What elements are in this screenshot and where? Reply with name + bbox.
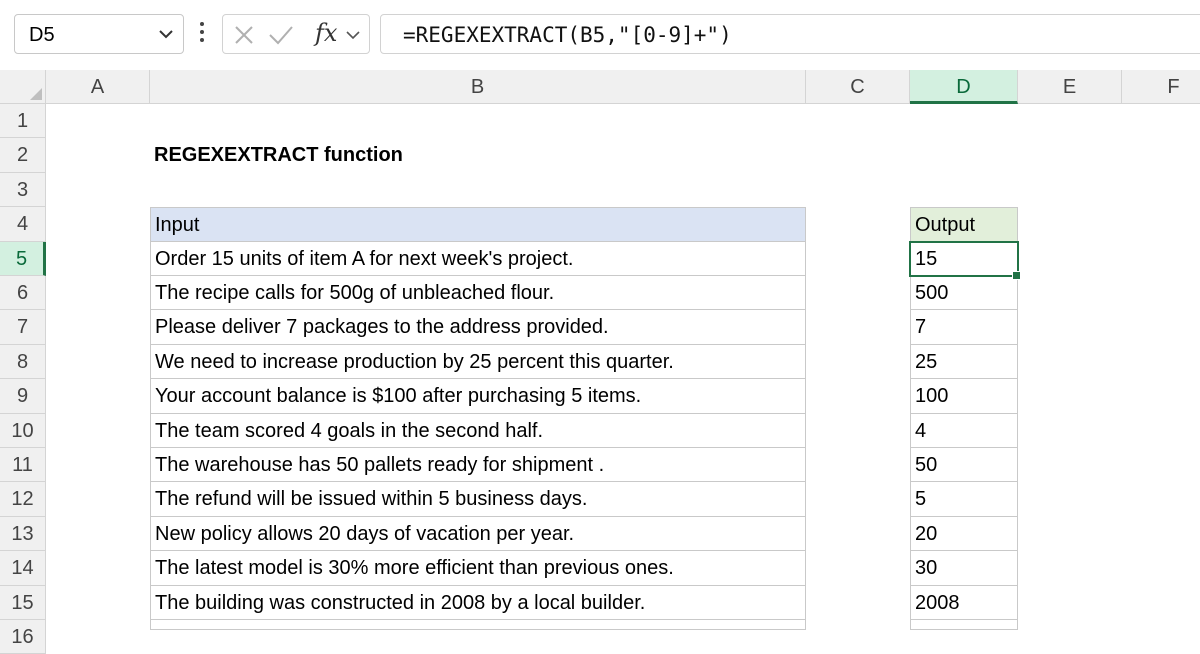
input-cell[interactable]: Order 15 units of item A for next week's… — [150, 241, 806, 276]
output-cell[interactable]: 100 — [910, 379, 1018, 414]
input-cell[interactable]: New policy allows 20 days of vacation pe… — [150, 516, 806, 552]
column-header-a[interactable]: A — [46, 70, 150, 104]
sheet-title[interactable]: REGEXEXTRACT function — [150, 138, 806, 172]
more-options-icon[interactable] — [199, 22, 205, 46]
row-header[interactable]: 16 — [0, 620, 46, 654]
row-header[interactable]: 10 — [0, 413, 46, 448]
insert-function-icon[interactable]: fx — [315, 19, 337, 47]
row-header[interactable]: 1 — [0, 104, 46, 139]
name-box[interactable]: D5 — [14, 14, 184, 54]
chevron-down-icon[interactable] — [345, 29, 361, 41]
enter-check-icon[interactable] — [268, 24, 294, 46]
column-header-c[interactable]: C — [806, 70, 910, 104]
cancel-icon[interactable] — [233, 24, 255, 46]
input-header[interactable]: Input — [150, 207, 806, 242]
active-cell-border — [909, 240, 1019, 277]
row-header[interactable]: 7 — [0, 310, 46, 345]
output-cell[interactable]: 7 — [910, 310, 1018, 345]
row-header[interactable]: 12 — [0, 482, 46, 517]
output-cell-partial[interactable] — [910, 620, 1018, 630]
column-header-d[interactable]: D — [910, 70, 1018, 104]
row-header[interactable]: 2 — [0, 138, 46, 173]
output-cell[interactable]: 20 — [910, 516, 1018, 552]
name-box-value: D5 — [29, 24, 55, 46]
row-header[interactable]: 4 — [0, 207, 46, 242]
formula-input[interactable]: =REGEXEXTRACT(B5,"[0-9]+") — [380, 14, 1200, 54]
input-cell[interactable]: Your account balance is $100 after purch… — [150, 379, 806, 414]
output-cell[interactable]: 500 — [910, 276, 1018, 311]
formula-text: =REGEXEXTRACT(B5,"[0-9]+") — [403, 23, 732, 47]
input-cell[interactable]: The recipe calls for 500g of unbleached … — [150, 276, 806, 311]
chevron-down-icon[interactable] — [157, 27, 175, 41]
output-cell[interactable]: 50 — [910, 448, 1018, 483]
row-header[interactable]: 11 — [0, 448, 46, 483]
input-cell[interactable]: The team scored 4 goals in the second ha… — [150, 413, 806, 448]
select-all-button[interactable] — [0, 70, 46, 104]
row-header[interactable]: 5 — [0, 241, 46, 276]
column-header-f[interactable]: F — [1122, 70, 1200, 104]
output-cell[interactable]: 25 — [910, 344, 1018, 380]
output-cell[interactable]: 2008 — [910, 585, 1018, 620]
row-header[interactable]: 6 — [0, 276, 46, 311]
column-header-b[interactable]: B — [150, 70, 806, 104]
input-cell-partial[interactable] — [150, 620, 806, 630]
output-cell[interactable]: 5 — [910, 482, 1018, 517]
input-cell[interactable]: Please deliver 7 packages to the address… — [150, 310, 806, 345]
formula-controls: fx — [222, 14, 370, 54]
worksheet-grid: A B C D E F 1 2 3 4 5 6 7 8 9 10 11 12 1… — [0, 70, 1200, 654]
row-header[interactable]: 3 — [0, 172, 46, 208]
row-header[interactable]: 14 — [0, 551, 46, 586]
input-cell[interactable]: We need to increase production by 25 per… — [150, 344, 806, 380]
input-cell[interactable]: The latest model is 30% more efficient t… — [150, 551, 806, 586]
output-cell[interactable]: 30 — [910, 551, 1018, 586]
fill-handle[interactable] — [1012, 271, 1021, 280]
row-header[interactable]: 13 — [0, 516, 46, 552]
column-header-e[interactable]: E — [1018, 70, 1122, 104]
row-header[interactable]: 15 — [0, 585, 46, 620]
output-cell[interactable]: 4 — [910, 413, 1018, 448]
input-cell[interactable]: The refund will be issued within 5 busin… — [150, 482, 806, 517]
output-header[interactable]: Output — [910, 207, 1018, 242]
row-header[interactable]: 9 — [0, 379, 46, 414]
formula-bar-area: D5 fx =REGEXEXTRACT(B5,"[0-9]+") — [0, 0, 1200, 70]
input-cell[interactable]: The building was constructed in 2008 by … — [150, 585, 806, 620]
row-header[interactable]: 8 — [0, 344, 46, 380]
input-cell[interactable]: The warehouse has 50 pallets ready for s… — [150, 448, 806, 483]
